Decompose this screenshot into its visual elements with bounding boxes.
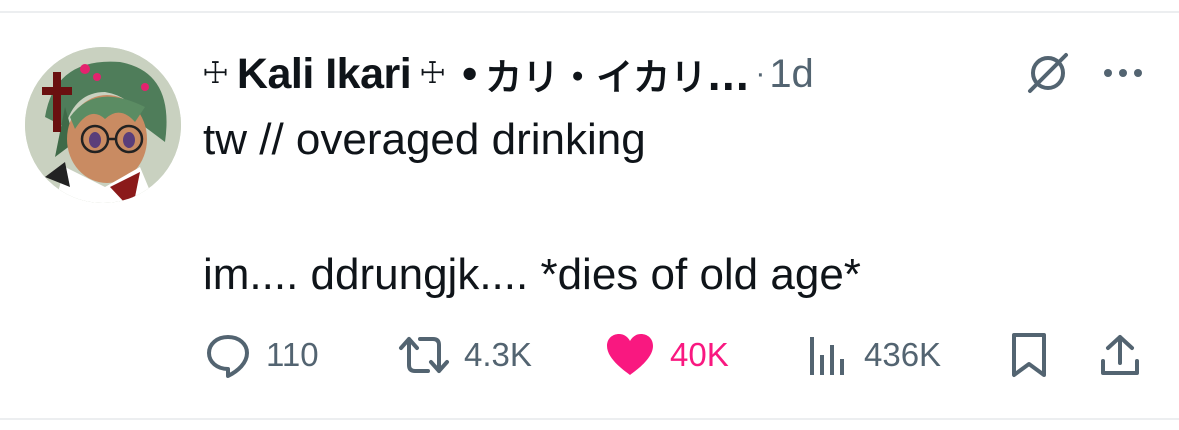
views-button[interactable]: 436K [806,325,941,385]
like-count: 40K [670,336,729,373]
bottom-divider [0,418,1179,420]
tweet-text-line-1: tw // overaged drinking [203,115,646,164]
tweet-actions: 110 4.3K 40K 436K [0,325,1179,385]
bookmark-icon [1012,333,1046,377]
retweet-icon [399,337,449,373]
author-name-jp[interactable]: カリ・イカリ... [485,47,749,101]
reply-count: 110 [266,336,319,373]
like-button[interactable]: 40K [604,325,729,385]
share-button[interactable] [1098,325,1142,385]
author-name[interactable]: Kali Ikari [237,50,412,99]
bookmark-button[interactable] [1008,325,1050,385]
heart-icon [607,334,653,375]
views-count: 436K [864,336,942,373]
tweet-text-line-2: im.... ddrungjk.... *dies of old age* [203,250,861,299]
time-separator: · [755,57,766,90]
cross-right-icon: ☩ [419,57,447,90]
cross-left-icon: ☩ [202,57,229,90]
retweet-button[interactable]: 4.3K [398,325,532,385]
reply-button[interactable]: 110 [204,325,319,385]
grok-icon[interactable] [1024,49,1072,97]
top-divider [0,11,1179,13]
reply-icon [207,335,249,378]
tweet-header: ☩ Kali Ikari ☩ • カリ・イカリ... · 1d [202,44,814,104]
more-options-icon[interactable] [1100,58,1146,88]
anime-avatar-icon [25,47,181,203]
name-separator: • [462,49,478,98]
tweet-timestamp[interactable]: 1d [769,52,814,97]
avatar[interactable] [25,47,181,203]
share-icon [1101,335,1139,375]
retweet-count: 4.3K [464,336,532,373]
views-icon [810,337,844,375]
